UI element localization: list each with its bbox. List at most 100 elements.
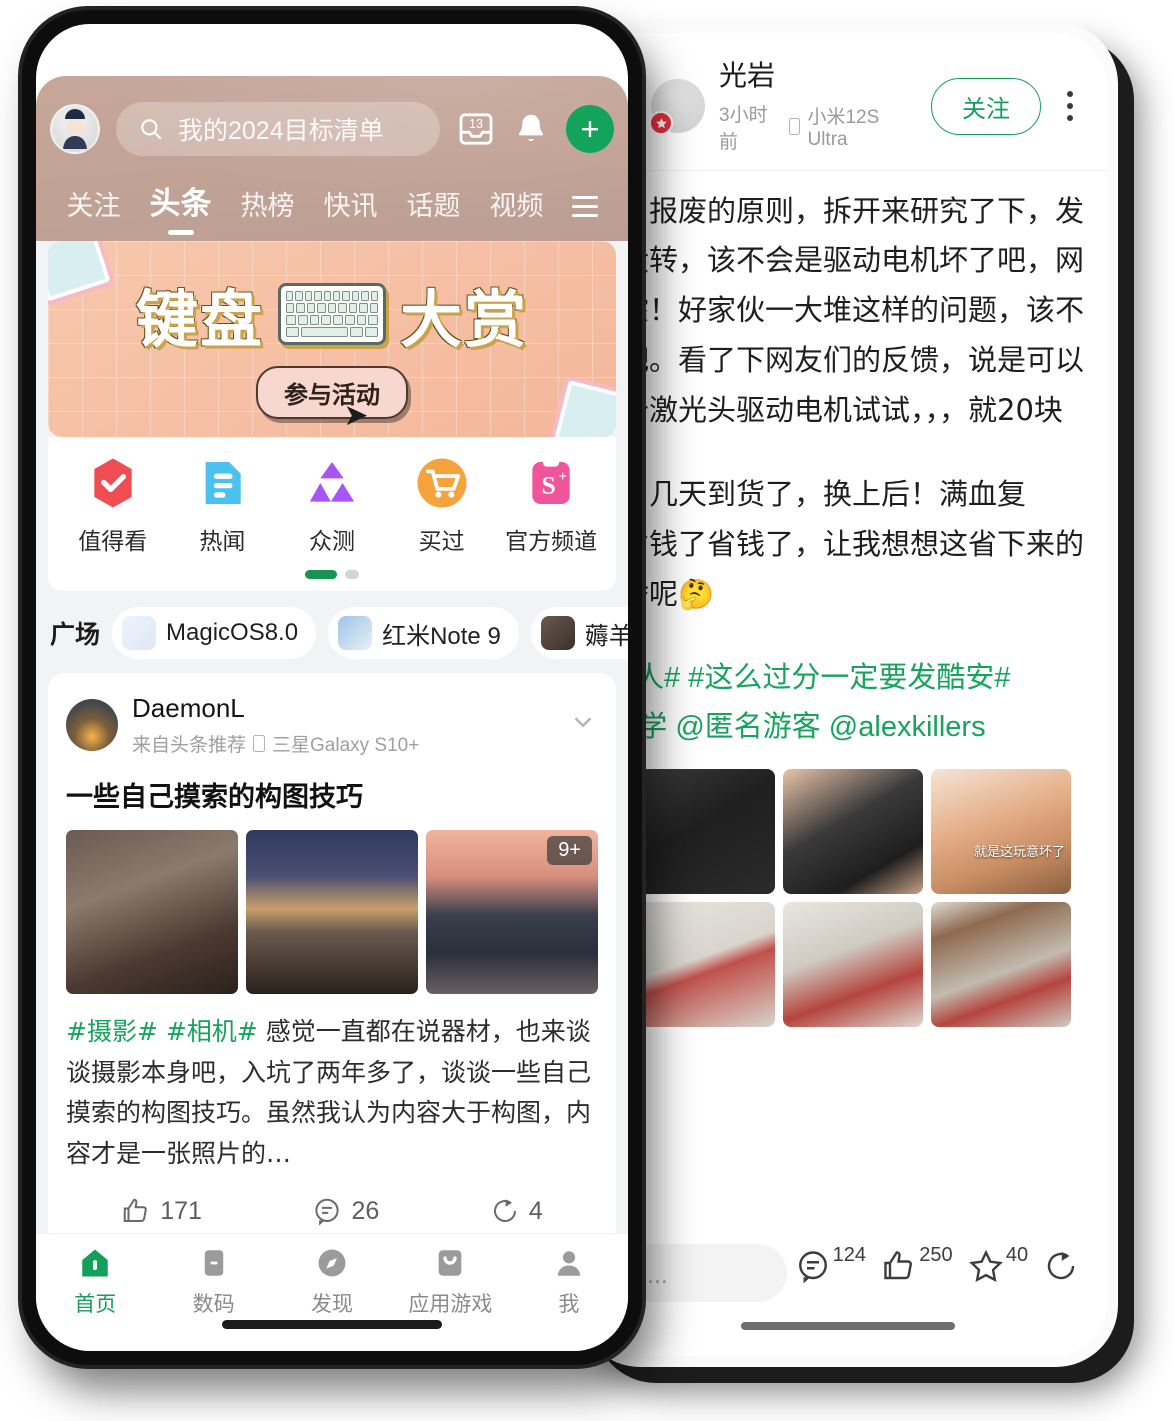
right-post-time: 3小时前 [719,104,768,153]
comment-action[interactable]: 124 [795,1244,866,1284]
quick-entry-rewen[interactable]: 热闻 [170,455,274,556]
search-placeholder: 我的2024目标清单 [178,117,384,145]
nav-item-me[interactable]: 我 [510,1246,628,1318]
svg-text:13: 13 [469,117,483,131]
right-phone-screen: 光岩 3小时前 小米12S Ultra 关注 不了报废的原则，拆开来研究了下，发… [589,33,1107,1356]
right-body-line: 病吧。看了下网友们的反馈，说是可以 [591,343,1085,378]
keyboard-icon [278,283,386,345]
right-image-grid: 就是这玩意坏了 [635,769,1089,1027]
plaza-row[interactable]: 广场 MagicOS8.0 红米Note 9 薅羊毛小分队 [36,591,628,673]
tab-kuaixun[interactable]: 快讯 [309,184,392,241]
quick-entry-zhidekan[interactable]: 值得看 [61,455,165,556]
left-feed-scroll[interactable]: 键盘 大赏 参与活动 ➤ 值得看 热闻 众测 买过 S + 官方频道 广场 Ma… [36,241,628,1244]
tab-toutiao[interactable]: 头条 [135,178,226,241]
person-icon [557,1251,581,1276]
right-body-line: 头没转，该不会是驱动电机坏了吧，网 [591,243,1085,278]
join-activity-button[interactable]: 参与活动 [256,366,408,419]
right-body-line: 点啥呢🤔 [591,576,715,611]
like-action[interactable]: 171 [121,1196,202,1226]
quick-entry-maiguo[interactable]: 买过 [390,455,494,556]
post-image[interactable] [246,830,418,994]
inbox-icon[interactable]: 13 [456,109,496,149]
promo-banner[interactable]: 键盘 大赏 参与活动 ➤ [48,241,616,437]
tab-guanzhu[interactable]: 关注 [52,184,135,241]
favorite-count: 40 [1005,1244,1029,1266]
quick-entry-label: 众测 [308,528,355,554]
carousel-dot[interactable] [345,570,359,579]
left-phone-screen: 我的2024目标清单 13 + 关注 头条 热榜 快讯 话题 视频 键盘 大赏 … [36,24,628,1351]
quick-entry-guanfang[interactable]: S + 官方频道 [499,455,603,556]
home-indicator [222,1320,442,1329]
right-hashtag-line[interactable]: 几器人# #这么过分一定要发酷安# [589,654,1089,704]
post-image-row: 9+ [66,830,598,994]
plaza-chip-redmi[interactable]: 红米Note 9 [328,607,519,659]
nav-item-discover[interactable]: 发现 [273,1246,391,1318]
right-mention-line[interactable]: ng同学 @匿名游客 @alexkillers [589,703,1089,753]
user-avatar[interactable] [50,104,100,154]
more-vertical-icon[interactable] [1055,91,1085,122]
search-icon [141,119,162,140]
shopping-cart-icon [414,455,470,511]
phone-icon [789,118,801,136]
share-action[interactable]: 4 [490,1196,543,1226]
comment-count: 26 [351,1196,380,1225]
quick-entry-label: 热闻 [199,528,246,554]
nav-item-digital[interactable]: 数码 [154,1246,272,1318]
grid-image[interactable] [783,901,923,1027]
post-author-name[interactable]: DaemonL [132,693,554,724]
favorite-action[interactable]: 40 [968,1244,1028,1284]
nav-item-home[interactable]: 首页 [36,1246,154,1318]
right-author-avatar-wrap[interactable] [649,79,705,136]
cursor-icon: ➤ [343,399,369,432]
like-action[interactable]: 250 [881,1244,953,1284]
feed-post-card[interactable]: DaemonL 来自头条推荐 三星Galaxy S10+ 一些自己摸索的构图技巧 [48,673,616,1244]
post-hashtags[interactable]: #摄影# #相机# [66,1017,258,1046]
right-body-line: ，嚯！好家伙一大堆这样的问题，该不 [591,293,1085,328]
grid-image[interactable]: 就是这玩意坏了 [931,769,1071,894]
share-action[interactable] [1043,1248,1079,1284]
plaza-chip-group[interactable]: 薅羊毛小分队 [530,607,628,659]
mountains-icon [304,455,360,511]
comment-action[interactable]: 26 [312,1196,379,1226]
post-image[interactable] [66,830,238,994]
quick-entry-zhongce[interactable]: 众测 [280,455,384,556]
grid-image[interactable] [931,901,1071,1027]
post-title[interactable]: 一些自己摸索的构图技巧 [66,775,598,814]
nav-label: 发现 [311,1293,354,1316]
grid-image[interactable] [635,769,775,894]
follow-button[interactable]: 关注 [931,77,1041,135]
grid-image[interactable] [635,901,775,1027]
right-author-name[interactable]: 光岩 [719,59,917,93]
hamburger-icon[interactable] [558,196,612,241]
tab-rebang[interactable]: 热榜 [226,184,309,241]
comment-count: 124 [832,1244,866,1266]
chevron-down-icon[interactable] [568,707,598,743]
plus-icon[interactable]: + [566,105,614,153]
bell-icon[interactable] [512,110,550,148]
post-image[interactable]: 9+ [426,830,598,994]
apps-games-icon [439,1250,462,1276]
search-input[interactable]: 我的2024目标清单 [116,102,440,156]
quick-entry-label: 官方频道 [505,528,598,554]
like-count: 171 [160,1196,202,1225]
comment-icon [315,1198,340,1226]
tab-shipin[interactable]: 视频 [475,184,558,241]
right-body-line: 不了报废的原则，拆开来研究了下，发 [591,193,1085,228]
home-indicator [741,1322,955,1330]
grid-image[interactable] [783,769,923,894]
document-icon [194,455,250,511]
share-icon [1048,1251,1075,1280]
avatar[interactable] [66,699,118,751]
left-app-header: 我的2024目标清单 13 + 关注 头条 热榜 快讯 话题 视频 [36,76,628,241]
right-author-meta: 光岩 3小时前 小米12S Ultra [719,59,917,154]
right-body-line: 买个激光头驱动电机试试，，，就20块 [591,393,1063,428]
carousel-dot-active[interactable] [305,570,337,579]
right-post-body: 不了报废的原则，拆开来研究了下，发 头没转，该不会是驱动电机坏了吧，网 ，嚯！好… [589,171,1107,1027]
plaza-chip-magicos[interactable]: MagicOS8.0 [112,607,317,659]
nav-item-apps-games[interactable]: 应用游戏 [391,1246,509,1318]
tab-huati[interactable]: 话题 [392,184,475,241]
carousel-indicator[interactable] [58,570,606,579]
nav-label: 我 [558,1293,580,1316]
